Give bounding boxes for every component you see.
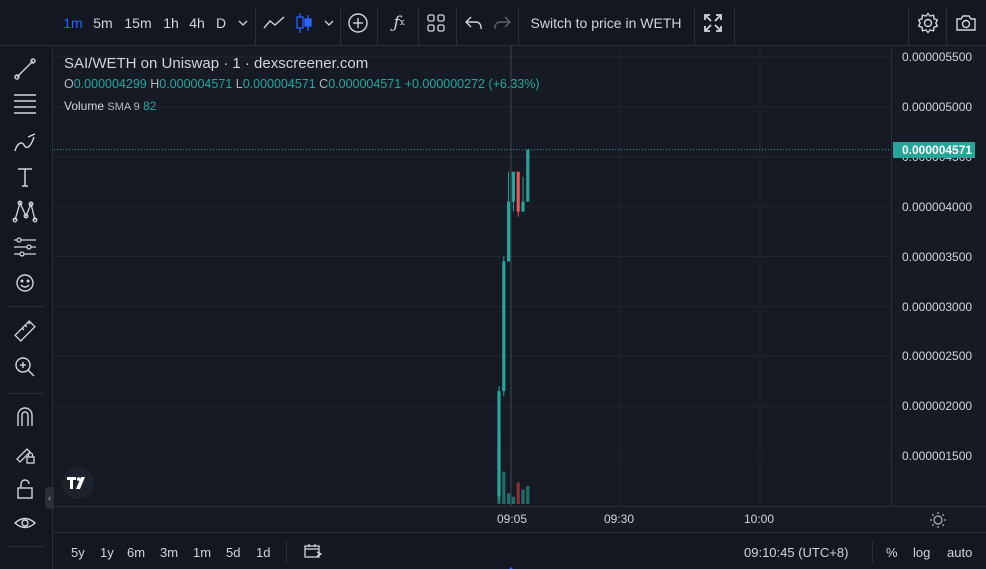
change-value: +0.000000272 (+6.33%) xyxy=(404,77,540,91)
layout-grid-icon[interactable] xyxy=(422,8,450,38)
fib-retracement-icon[interactable] xyxy=(10,88,40,118)
chart-title: SAI/WETH on Uniswap · 1 · dexscreener.co… xyxy=(64,55,369,72)
auto-scale-toggle[interactable]: auto xyxy=(947,545,972,560)
candle-body xyxy=(521,201,525,212)
current-price-badge: 0.000004571 xyxy=(893,141,975,158)
interval-5m[interactable]: 5m xyxy=(90,8,116,38)
volume-bar xyxy=(526,486,530,504)
range-1y[interactable]: 1y xyxy=(100,545,114,560)
fullscreen-icon[interactable] xyxy=(698,8,728,38)
open-value: 0.000004299 xyxy=(73,77,147,91)
text-tool-icon[interactable] xyxy=(10,162,40,192)
tradingview-logo[interactable] xyxy=(62,467,94,499)
scroll-up-chevron-icon[interactable] xyxy=(506,561,516,569)
low-value: 0.000004571 xyxy=(242,77,316,91)
settings-gear-icon[interactable] xyxy=(913,8,943,38)
volume-bar xyxy=(516,482,520,504)
axis-settings-sun-icon[interactable] xyxy=(929,511,947,534)
interval-1h[interactable]: 1h xyxy=(158,8,184,38)
time-axis-label: 10:00 xyxy=(744,512,775,526)
emoji-icon[interactable] xyxy=(10,268,40,298)
range-5y[interactable]: 5y xyxy=(71,545,85,560)
interval-4h[interactable]: 4h xyxy=(184,8,210,38)
time-axis[interactable]: 09:05 09:30 10:00 xyxy=(54,506,986,532)
price-axis-label: 0.000004000 xyxy=(902,200,973,214)
candle-body xyxy=(516,171,520,212)
range-3m[interactable]: 3m xyxy=(160,545,178,560)
pattern-icon[interactable] xyxy=(10,196,40,226)
price-axis-label: 0.000003500 xyxy=(902,250,973,264)
magnet-icon[interactable] xyxy=(10,402,40,432)
price-axis-label: 0.000005000 xyxy=(902,100,973,114)
volume-label: Volume xyxy=(64,99,105,113)
log-scale-toggle[interactable]: log xyxy=(913,545,930,560)
high-label: H xyxy=(150,77,160,91)
zoom-in-icon[interactable] xyxy=(10,352,40,382)
bottom-toolbar: 5y 1y 6m 3m 1m 5d 1d 09:10:45 (UTC+8) % … xyxy=(54,532,986,569)
candle-body xyxy=(507,201,511,262)
candle-body xyxy=(511,171,515,202)
range-5d[interactable]: 5d xyxy=(226,545,240,560)
price-axis-label: 0.000001500 xyxy=(902,449,973,463)
price-axis-label: 0.000003000 xyxy=(902,300,973,314)
prediction-icon[interactable] xyxy=(10,232,40,262)
close-value: 0.000004571 xyxy=(328,77,402,91)
ohlc-legend: O0.000004299 H0.000004571 L0.000004571 C… xyxy=(64,77,540,91)
range-6m[interactable]: 6m xyxy=(127,545,145,560)
volume-bar xyxy=(502,471,506,504)
candle-body xyxy=(502,261,506,392)
chevron-down-icon[interactable] xyxy=(320,8,338,38)
collapse-sidebar-handle[interactable]: ‹ xyxy=(45,487,54,509)
open-label: O xyxy=(64,77,74,91)
redo-icon[interactable] xyxy=(488,8,516,38)
candle-body xyxy=(497,391,501,496)
price-axis-label: 0.000002500 xyxy=(902,349,973,363)
candle-body xyxy=(526,149,530,202)
price-axis-label: 0.000005500 xyxy=(902,50,973,64)
eye-icon[interactable] xyxy=(10,508,40,538)
candlestick-chart xyxy=(54,46,891,506)
time-axis-label: 09:05 xyxy=(497,512,528,526)
volume-bar xyxy=(521,489,525,504)
range-1m[interactable]: 1m xyxy=(193,545,211,560)
close-label: C xyxy=(319,77,329,91)
indicators-fx-icon[interactable]: ƒx xyxy=(384,8,414,38)
chevron-down-icon[interactable] xyxy=(234,8,252,38)
volume-bar xyxy=(507,493,511,504)
drawing-toolbar: ‹ xyxy=(0,0,54,569)
time-axis-label: 09:30 xyxy=(604,512,635,526)
brush-icon[interactable] xyxy=(10,128,40,158)
price-axis-label: 0.000002000 xyxy=(902,399,973,413)
lock-drawing-icon[interactable] xyxy=(10,438,40,468)
volume-sma-label: SMA 9 xyxy=(107,101,140,113)
add-indicator-icon[interactable] xyxy=(344,8,372,38)
ruler-icon[interactable] xyxy=(10,316,40,346)
high-value: 0.000004571 xyxy=(159,77,233,91)
switch-price-currency-button[interactable]: Switch to price in WETH xyxy=(524,8,688,38)
price-axis[interactable]: 0.000005500 0.000005000 0.000004500 0.00… xyxy=(891,46,986,506)
trend-line-icon[interactable] xyxy=(10,54,40,84)
camera-icon[interactable] xyxy=(951,8,981,38)
top-toolbar: 1m 5m 15m 1h 4h D ƒx Switch to price in … xyxy=(0,0,986,46)
percent-scale-toggle[interactable]: % xyxy=(886,545,898,560)
candles-icon[interactable] xyxy=(290,8,318,38)
interval-15m[interactable]: 15m xyxy=(122,8,154,38)
line-chart-icon[interactable] xyxy=(260,8,288,38)
range-1d[interactable]: 1d xyxy=(256,545,270,560)
go-to-date-icon[interactable] xyxy=(304,543,323,564)
chart-pane[interactable]: SAI/WETH on Uniswap · 1 · dexscreener.co… xyxy=(54,46,891,506)
low-label: L xyxy=(235,77,243,91)
interval-1m[interactable]: 1m xyxy=(60,8,86,38)
volume-value: 82 xyxy=(143,99,157,113)
volume-legend: Volume SMA 9 82 xyxy=(64,99,156,113)
interval-d[interactable]: D xyxy=(210,8,232,38)
volume-bar xyxy=(511,496,515,504)
clock-timezone[interactable]: 09:10:45 (UTC+8) xyxy=(744,545,848,560)
undo-icon[interactable] xyxy=(460,8,488,38)
unlock-icon[interactable] xyxy=(10,474,40,504)
